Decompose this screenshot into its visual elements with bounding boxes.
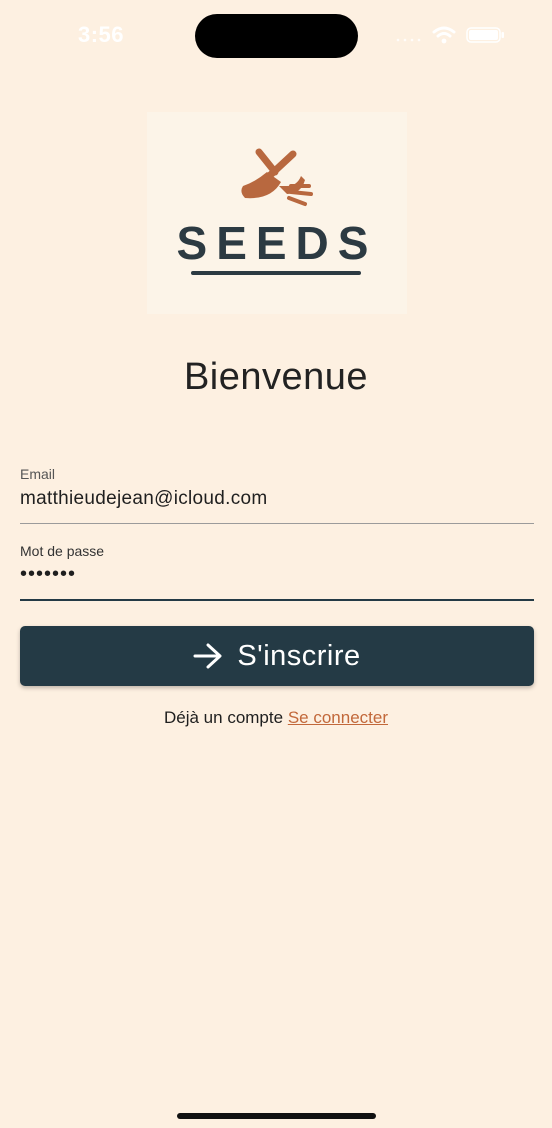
signup-button-label: S'inscrire xyxy=(237,639,361,672)
page-title: Bienvenue xyxy=(183,356,369,398)
login-prompt: Déjà un compte Se connecter xyxy=(0,708,552,734)
email-input[interactable]: matthieudejean@icloud.com xyxy=(20,488,268,510)
signup-button[interactable]: S'inscrire xyxy=(20,626,534,686)
arrow-right-icon xyxy=(193,643,222,669)
signal-icon xyxy=(396,38,421,42)
password-input[interactable]: ••••••• xyxy=(20,563,76,586)
home-indicator[interactable] xyxy=(177,1113,376,1119)
email-label: Email xyxy=(20,466,56,482)
logo-underline xyxy=(191,271,361,275)
password-field[interactable]: Mot de passe ••••••• xyxy=(20,541,534,603)
trowel-fork-icon xyxy=(241,148,313,206)
status-time: 3:56 xyxy=(78,22,125,47)
password-label: Mot de passe xyxy=(20,543,105,559)
login-link[interactable]: Se connecter xyxy=(288,708,388,727)
wifi-icon xyxy=(432,26,456,44)
login-prompt-text: Déjà un compte xyxy=(164,708,284,727)
logo-text: SEEDS xyxy=(176,217,378,269)
dynamic-island xyxy=(195,14,358,58)
email-field[interactable]: Email matthieudejean@icloud.com xyxy=(20,464,534,526)
battery-icon xyxy=(466,27,504,43)
app-logo: SEEDS xyxy=(147,112,407,314)
status-icons xyxy=(396,26,508,46)
password-underline xyxy=(20,599,534,601)
email-underline xyxy=(20,523,534,524)
